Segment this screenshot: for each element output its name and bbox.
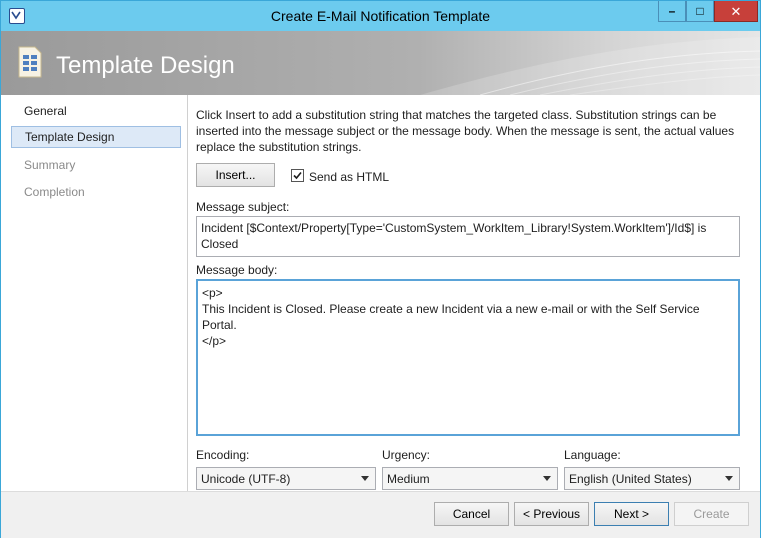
nav-item-summary: Summary <box>11 154 181 176</box>
encoding-dropdown[interactable]: Unicode (UTF-8) <box>196 467 376 490</box>
nav-item-label: Template Design <box>25 130 115 144</box>
nav-item-label: Summary <box>24 158 76 172</box>
page-title: Template Design <box>56 52 235 79</box>
checkmark-icon <box>293 171 302 180</box>
nav-item-template-design[interactable]: Template Design <box>11 126 181 148</box>
previous-button[interactable]: < Previous <box>514 502 589 526</box>
urgency-label: Urgency: <box>382 448 431 462</box>
send-as-html-label: Send as HTML <box>309 170 390 184</box>
language-label: Language: <box>564 448 621 462</box>
chevron-down-icon <box>361 476 369 481</box>
message-body-label: Message body: <box>196 263 278 277</box>
minimize-button[interactable]: – <box>658 1 686 22</box>
dialog-window: Create E-Mail Notification Template – □ … <box>0 0 761 538</box>
insert-button[interactable]: Insert... <box>196 163 275 187</box>
instructions-text: Click Insert to add a substitution strin… <box>196 108 735 154</box>
urgency-dropdown[interactable]: Medium <box>382 467 558 490</box>
maximize-icon: □ <box>696 4 704 18</box>
banner-decoration <box>420 37 760 95</box>
message-body-line: <p> <box>202 286 223 300</box>
message-body-line: This Incident is Closed. Please create a… <box>202 302 700 332</box>
nav-item-label: General <box>24 104 67 118</box>
chevron-down-icon <box>725 476 733 481</box>
page-banner: Template Design <box>1 31 760 95</box>
close-button[interactable]: ✕ <box>714 1 758 22</box>
urgency-value: Medium <box>387 472 430 486</box>
cancel-button[interactable]: Cancel <box>434 502 509 526</box>
minimize-icon: – <box>668 4 676 18</box>
message-subject-field[interactable]: Incident [$Context/Property[Type='Custom… <box>196 216 740 257</box>
encoding-label: Encoding: <box>196 448 250 462</box>
chevron-down-icon <box>543 476 551 481</box>
next-button[interactable]: Next > <box>594 502 669 526</box>
language-dropdown[interactable]: English (United States) <box>564 467 740 490</box>
message-subject-label: Message subject: <box>196 200 290 214</box>
maximize-button[interactable]: □ <box>686 1 714 22</box>
create-button: Create <box>674 502 749 526</box>
message-body-field[interactable]: <p> This Incident is Closed. Please crea… <box>196 279 740 436</box>
language-value: English (United States) <box>569 472 692 486</box>
window-title: Create E-Mail Notification Template <box>270 8 491 24</box>
wizard-nav: General Template Design Summary Completi… <box>1 95 188 491</box>
send-as-html-checkbox[interactable] <box>291 169 304 182</box>
message-body-line: </p> <box>202 334 227 348</box>
nav-item-general[interactable]: General <box>11 100 181 122</box>
title-bar[interactable]: Create E-Mail Notification Template – □ … <box>1 1 760 31</box>
close-icon: ✕ <box>730 4 742 19</box>
template-design-icon <box>18 46 42 78</box>
button-bar: Cancel < Previous Next > Create <box>1 491 760 538</box>
main-panel: Click Insert to add a substitution strin… <box>188 95 760 491</box>
encoding-value: Unicode (UTF-8) <box>201 472 291 486</box>
nav-item-label: Completion <box>24 185 85 199</box>
nav-item-completion: Completion <box>11 181 181 203</box>
